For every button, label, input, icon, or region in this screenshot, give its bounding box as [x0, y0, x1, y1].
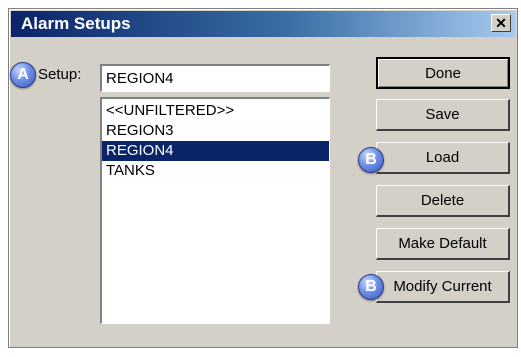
load-button[interactable]: Load — [376, 142, 510, 174]
setup-label: Setup: — [38, 66, 82, 83]
list-item-selected[interactable]: REGION4 — [102, 141, 329, 161]
modify-current-button[interactable]: Modify Current — [376, 271, 510, 303]
setup-input[interactable] — [100, 64, 330, 92]
close-icon: ✕ — [495, 15, 507, 31]
callout-badge-b-load: B — [358, 147, 384, 173]
window-title: Alarm Setups — [21, 14, 131, 33]
close-button[interactable]: ✕ — [491, 14, 511, 32]
setup-listbox[interactable]: <<UNFILTERED>> REGION3 REGION4 TANKS — [100, 97, 330, 324]
list-item[interactable]: REGION3 — [102, 121, 329, 141]
save-button[interactable]: Save — [376, 99, 510, 131]
done-button[interactable]: Done — [376, 57, 510, 89]
callout-badge-b-modify: B — [358, 274, 384, 300]
make-default-button[interactable]: Make Default — [376, 228, 510, 260]
list-item[interactable]: TANKS — [102, 161, 329, 181]
title-bar: Alarm Setups ✕ — [11, 11, 515, 37]
callout-badge-a: A — [10, 62, 36, 88]
delete-button[interactable]: Delete — [376, 185, 510, 217]
list-item[interactable]: <<UNFILTERED>> — [102, 101, 329, 121]
